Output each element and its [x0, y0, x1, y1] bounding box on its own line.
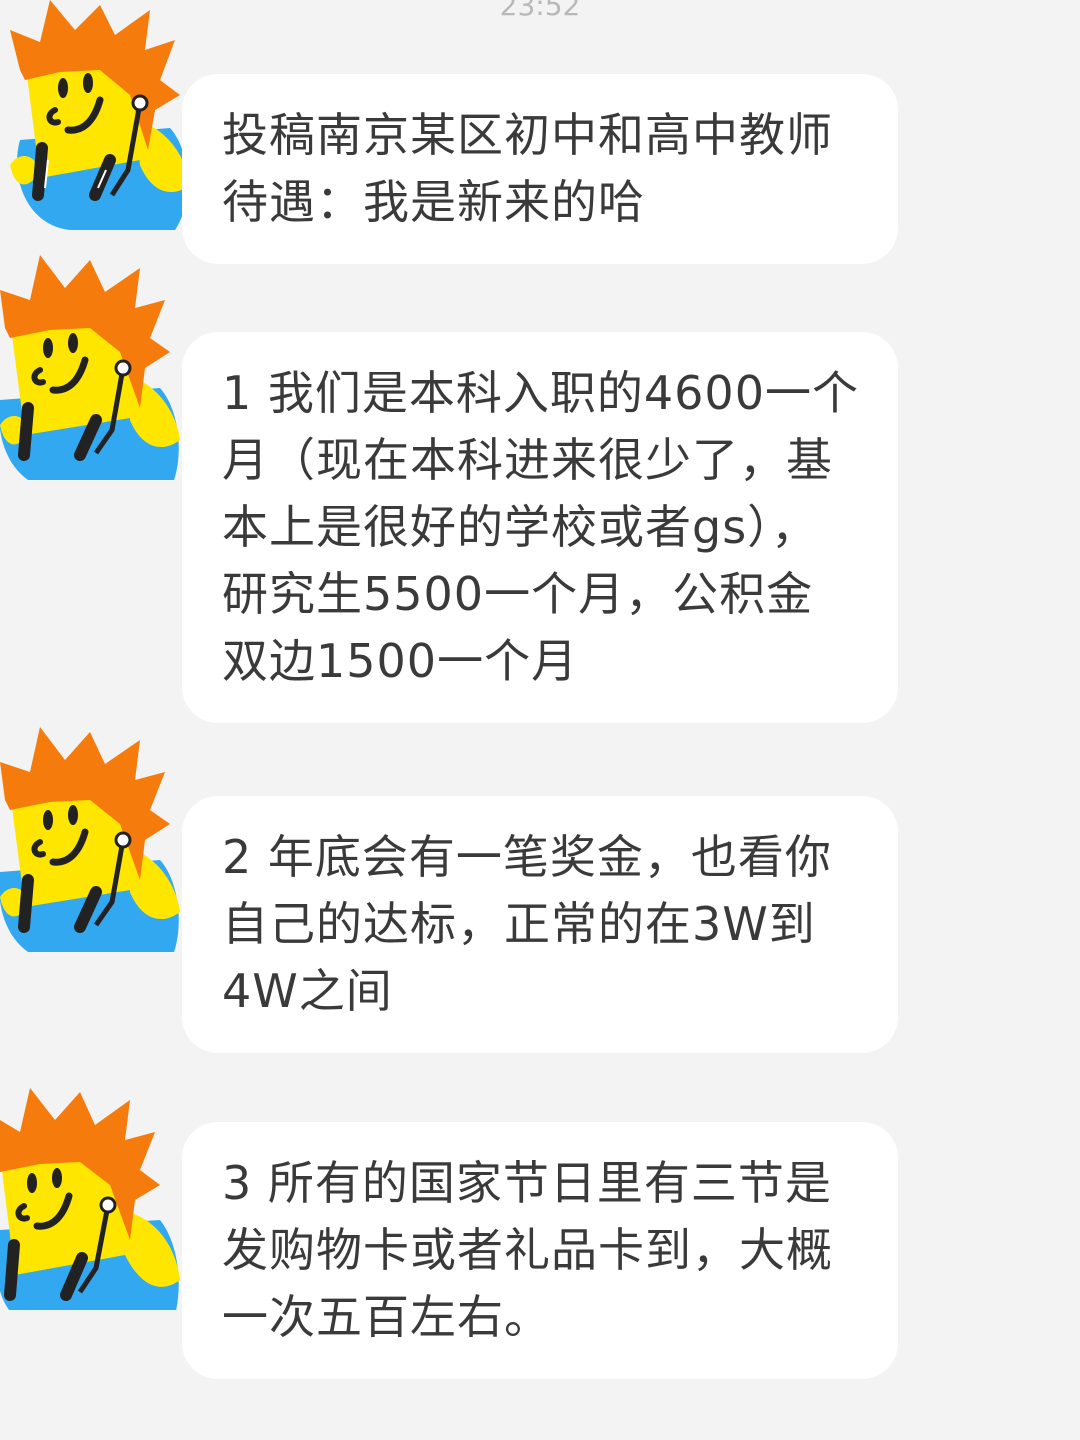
cartoon-boy-avatar-icon — [0, 255, 180, 480]
cartoon-boy-avatar-icon — [0, 727, 180, 952]
message-bubble[interactable]: 投稿南京某区初中和高中教师 待遇：我是新来的哈 — [182, 74, 898, 264]
avatar[interactable] — [0, 1080, 200, 1310]
message-text: 1 我们是本科入职的4600一个 月（现在本科进来很少了，基 本上是很好的学校或… — [222, 366, 859, 688]
avatar[interactable] — [0, 250, 200, 480]
cartoon-boy-avatar-icon — [10, 0, 190, 230]
chat-screen: 23:52 投稿南京某区初中和高中教师 待遇：我是新来的哈 1 我们是本科入职的… — [0, 0, 1080, 1440]
message-text: 投稿南京某区初中和高中教师 待遇：我是新来的哈 — [222, 108, 833, 229]
message-text: 3 所有的国家节日里有三节是 发购物卡或者礼品卡到，大概 一次五百左右。 — [222, 1156, 833, 1344]
message-bubble[interactable]: 2 年底会有一笔奖金，也看你 自己的达标，正常的在3W到 4W之间 — [182, 796, 898, 1053]
message-text: 2 年底会有一笔奖金，也看你 自己的达标，正常的在3W到 4W之间 — [222, 830, 832, 1018]
message-bubble[interactable]: 3 所有的国家节日里有三节是 发购物卡或者礼品卡到，大概 一次五百左右。 — [182, 1122, 898, 1379]
cartoon-boy-avatar-icon — [0, 1088, 180, 1310]
avatar[interactable] — [0, 722, 200, 952]
message-bubble[interactable]: 1 我们是本科入职的4600一个 月（现在本科进来很少了，基 本上是很好的学校或… — [182, 332, 898, 723]
avatar[interactable] — [0, 0, 200, 230]
